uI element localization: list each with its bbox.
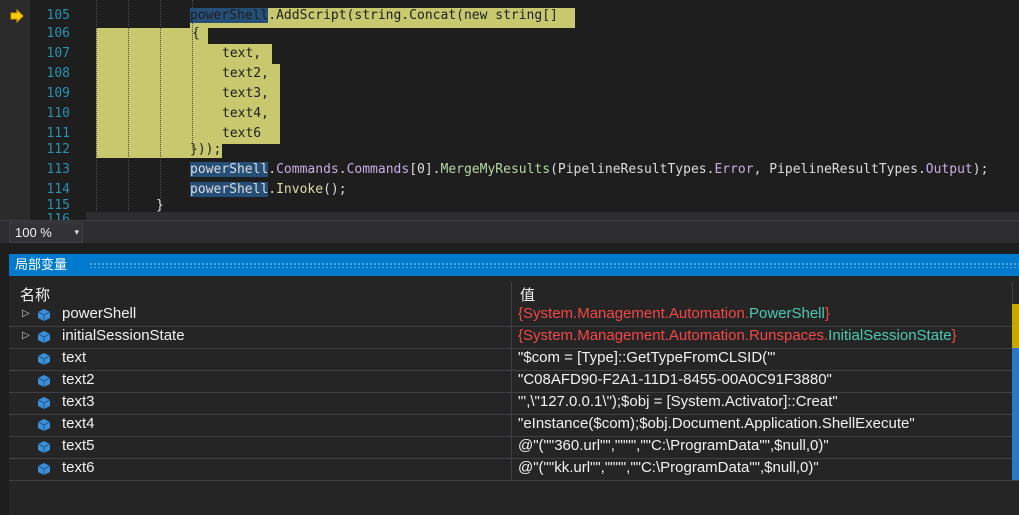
table-row[interactable]: ▷ powerShell {System.Management.Automati… — [9, 304, 1019, 327]
name-cell[interactable]: ▷ powerShell — [9, 304, 511, 326]
table-row[interactable]: text5 @"(""360.url"","""",""C:\ProgramDa… — [9, 436, 1019, 459]
line-number: 106 — [46, 26, 70, 41]
editor-horizontal-scrollbar[interactable] — [86, 212, 1019, 220]
title-grip — [89, 262, 1019, 268]
table-row[interactable]: text2 "C08AFD90-F2A1-11D1-8455-00A0C91F3… — [9, 370, 1019, 393]
table-row[interactable]: text6 @"(""kk.url"","""",""C:\ProgramDat… — [9, 458, 1019, 481]
field-cube-icon — [37, 441, 51, 453]
name-cell[interactable]: text3 — [9, 392, 511, 414]
code-line[interactable]: text2, — [222, 64, 269, 84]
value-cell[interactable]: @"(""360.url"","""",""C:\ProgramData"",$… — [514, 436, 1012, 458]
field-cube-icon — [37, 331, 51, 343]
zoom-dropdown[interactable]: 100 % ▾ — [9, 222, 83, 243]
table-row[interactable]: text "$com = [Type]::GetTypeFromCLSID('" — [9, 348, 1019, 371]
code-line[interactable]: powerShell.Invoke(); — [190, 180, 347, 200]
editor-status-bar: 100 % ▾ — [0, 220, 1019, 243]
row-overflow-marker — [1012, 458, 1019, 480]
field-cube-icon — [37, 419, 51, 431]
name-cell[interactable]: text2 — [9, 370, 511, 392]
field-cube-icon — [37, 353, 51, 365]
column-header: 名称 值 — [9, 282, 1019, 304]
indicator-margin[interactable] — [0, 0, 30, 220]
row-overflow-marker — [1012, 348, 1019, 370]
locals-window-title[interactable]: 局部变量 — [9, 254, 1019, 276]
code-token: powerShell — [190, 182, 269, 197]
variable-value: "eInstance($com);$obj.Document.Applicati… — [518, 415, 915, 432]
line-number: 113 — [46, 162, 70, 177]
variable-name: text2 — [62, 371, 95, 388]
line-number: 112 — [46, 142, 70, 157]
value-cell[interactable]: "C08AFD90-F2A1-11D1-8455-00A0C91F3880" — [514, 370, 1012, 392]
variable-value: @"(""kk.url"","""",""C:\ProgramData"",$n… — [518, 459, 819, 476]
field-cube-icon — [37, 397, 51, 409]
variable-name: initialSessionState — [62, 327, 185, 344]
variable-name: text4 — [62, 415, 95, 432]
line-number: 110 — [46, 106, 70, 121]
code-line[interactable]: { — [192, 24, 200, 44]
line-number: 116 — [46, 212, 70, 220]
variable-name: text — [62, 349, 87, 366]
variable-name: text3 — [62, 393, 95, 410]
variable-value: "$com = [Type]::GetTypeFromCLSID('" — [518, 349, 776, 366]
value-cell[interactable]: "',\"127.0.0.1\");$obj = [System.Activat… — [514, 392, 1012, 414]
code-token: powerShell — [190, 162, 269, 177]
table-row[interactable]: text3 "',\"127.0.0.1\");$obj = [System.A… — [9, 392, 1019, 415]
name-cell[interactable]: text4 — [9, 414, 511, 436]
variable-value: "',\"127.0.0.1\");$obj = [System.Activat… — [518, 393, 838, 410]
variable-name: powerShell — [62, 305, 137, 322]
code-line[interactable]: powerShell.Commands.Commands[0].MergeMyR… — [190, 160, 988, 180]
row-overflow-marker — [1012, 414, 1019, 436]
line-number: 108 — [46, 66, 70, 81]
name-cell[interactable]: ▷ initialSessionState — [9, 326, 511, 348]
code-line[interactable]: text6 — [222, 124, 261, 144]
code-line[interactable]: })); — [190, 140, 221, 160]
locals-window[interactable]: 名称 值 ▷ powerShell {System.Management.Aut… — [9, 276, 1019, 515]
code-token: .AddScript(string.Concat(new string[] — [268, 8, 558, 23]
code-line[interactable]: text3, — [222, 84, 269, 104]
code-token: powerShell — [190, 8, 269, 23]
table-row[interactable]: text4 "eInstance($com);$obj.Document.App… — [9, 414, 1019, 437]
code-line[interactable]: text4, — [222, 104, 269, 124]
column-header-value[interactable]: 值 — [520, 284, 535, 305]
value-cell[interactable]: "$com = [Type]::GetTypeFromCLSID('" — [514, 348, 1012, 370]
variable-name: text5 — [62, 437, 95, 454]
expand-arrow-icon[interactable]: ▷ — [22, 330, 30, 341]
name-cell[interactable]: text — [9, 348, 511, 370]
variable-value: @"(""360.url"","""",""C:\ProgramData"",$… — [518, 437, 829, 454]
expand-arrow-icon[interactable]: ▷ — [22, 308, 30, 319]
variable-value: "C08AFD90-F2A1-11D1-8455-00A0C91F3880" — [518, 371, 832, 388]
value-cell[interactable]: {System.Management.Automation.PowerShell… — [514, 304, 1012, 326]
column-header-name[interactable]: 名称 — [20, 284, 50, 305]
field-cube-icon — [37, 375, 51, 387]
line-number: 107 — [46, 46, 70, 61]
line-number: 109 — [46, 86, 70, 101]
variable-value: {System.Management.Automation.Runspaces.… — [518, 327, 957, 344]
code-line[interactable]: text, — [222, 44, 261, 64]
table-row[interactable]: ▷ initialSessionState {System.Management… — [9, 326, 1019, 349]
value-cell[interactable]: @"(""kk.url"","""",""C:\ProgramData"",$n… — [514, 458, 1012, 480]
name-cell[interactable]: text6 — [9, 458, 511, 480]
variable-name: text6 — [62, 459, 95, 476]
field-cube-icon — [37, 463, 51, 475]
row-overflow-marker — [1012, 326, 1019, 348]
row-overflow-marker — [1012, 370, 1019, 392]
row-overflow-marker — [1012, 436, 1019, 458]
name-cell[interactable]: text5 — [9, 436, 511, 458]
line-number: 105 — [46, 8, 70, 23]
code-editor[interactable]: 105 powerShell.AddScript(string.Concat(n… — [0, 0, 1019, 220]
locals-title-text: 局部变量 — [15, 257, 68, 272]
chevron-down-icon[interactable]: ▾ — [74, 223, 79, 242]
value-cell[interactable]: {System.Management.Automation.Runspaces.… — [514, 326, 1012, 348]
code-line[interactable]: powerShell.AddScript(string.Concat(new s… — [190, 6, 558, 26]
zoom-value: 100 % — [15, 225, 52, 240]
value-cell[interactable]: "eInstance($com);$obj.Document.Applicati… — [514, 414, 1012, 436]
column-separator[interactable] — [511, 282, 512, 304]
row-overflow-marker — [1012, 392, 1019, 414]
row-overflow-marker — [1012, 304, 1019, 326]
field-cube-icon — [37, 309, 51, 321]
variable-value: {System.Management.Automation.PowerShell… — [518, 305, 830, 322]
